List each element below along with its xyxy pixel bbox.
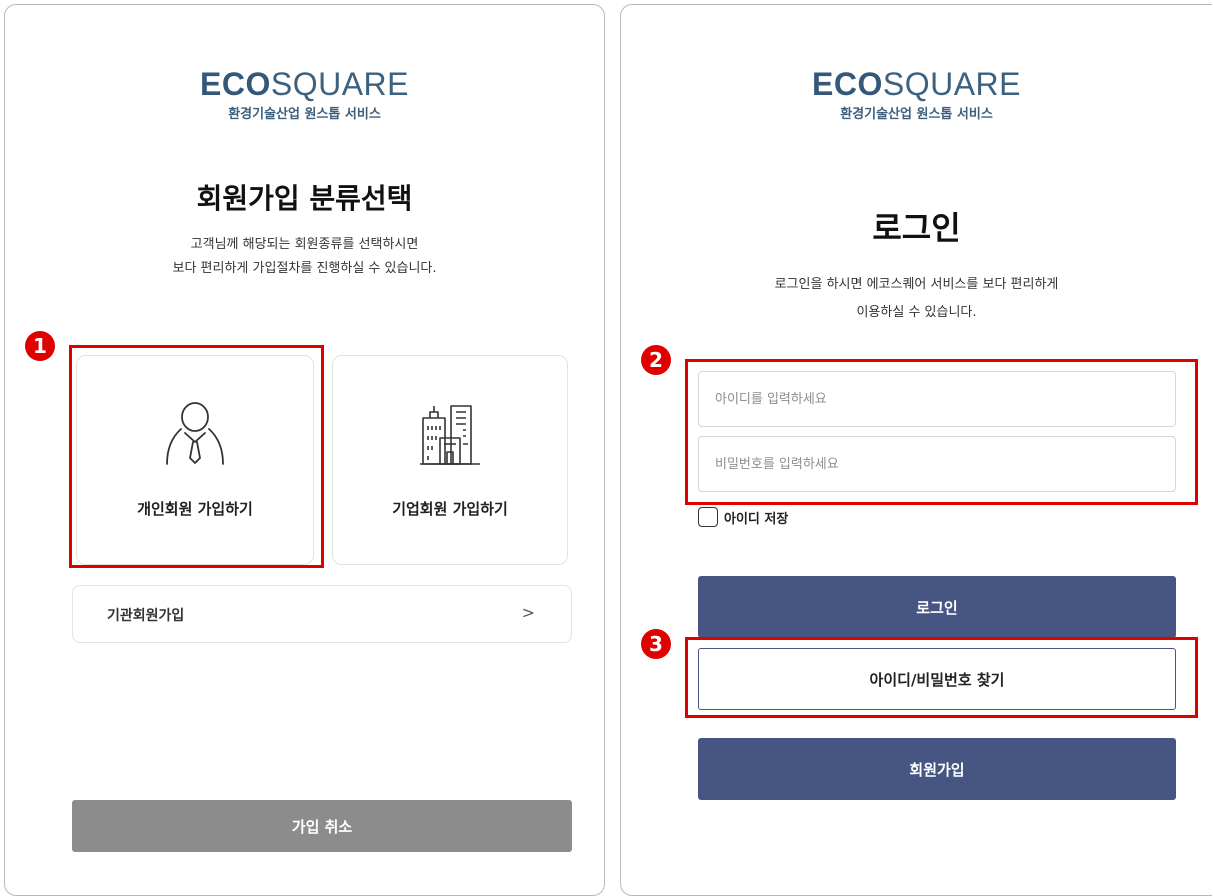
corporate-signup-label: 기업회원 가입하기 — [392, 500, 508, 518]
logo: ECOSQUARE 환경기술산업 원스톱 서비스 — [5, 67, 604, 122]
page-title: 로그인 — [872, 209, 961, 247]
logo-wordmark: ECOSQUARE — [200, 66, 409, 102]
logo: ECOSQUARE 환경기술산업 원스톱 서비스 — [621, 67, 1212, 122]
logo-tagline: 환경기술산업 원스톱 서비스 — [840, 107, 993, 122]
cancel-signup-button[interactable]: 가입 취소 — [72, 800, 572, 852]
step-badge-3: 3 — [641, 629, 671, 659]
page-description: 로그인을 하시면 에코스퀘어 서비스를 보다 편리하게 이용하실 수 있습니다. — [774, 277, 1059, 320]
institution-signup-label: 기관회원가입 — [107, 608, 185, 624]
login-button[interactable]: 로그인 — [698, 576, 1176, 638]
save-id-checkbox[interactable] — [698, 507, 718, 527]
logo-wordmark: ECOSQUARE — [812, 66, 1021, 102]
logo-tagline: 환경기술산업 원스톱 서비스 — [228, 107, 381, 122]
step-badge-2: 2 — [641, 345, 671, 375]
signup-type-panel: ECOSQUARE 환경기술산업 원스톱 서비스 회원가입 분류선택 고객님께 … — [4, 4, 605, 896]
institution-signup-row[interactable]: 기관회원가입 > — [72, 585, 572, 643]
find-id-password-button[interactable]: 아이디/비밀번호 찾기 — [698, 648, 1176, 710]
password-input[interactable] — [698, 436, 1176, 492]
page-title: 회원가입 분류선택 — [196, 182, 413, 215]
save-id-label: 아이디 저장 — [724, 511, 789, 527]
person-icon — [77, 400, 313, 466]
personal-signup-card[interactable]: 개인회원 가입하기 — [76, 355, 314, 565]
personal-signup-label: 개인회원 가입하기 — [137, 500, 253, 518]
save-id-toggle[interactable]: 아이디 저장 — [698, 507, 788, 527]
corporate-signup-card[interactable]: 기업회원 가입하기 — [332, 355, 568, 565]
building-icon — [333, 400, 567, 466]
id-input[interactable] — [698, 371, 1176, 427]
login-panel: ECOSQUARE 환경기술산업 원스톱 서비스 로그인 로그인을 하시면 에코… — [620, 4, 1212, 896]
join-button[interactable]: 회원가입 — [698, 738, 1176, 800]
page-description: 고객님께 해당되는 회원종류를 선택하시면 보다 편리하게 가입절차를 진행하실… — [172, 237, 437, 276]
chevron-right-icon: > — [521, 603, 535, 622]
step-badge-1: 1 — [25, 331, 55, 361]
